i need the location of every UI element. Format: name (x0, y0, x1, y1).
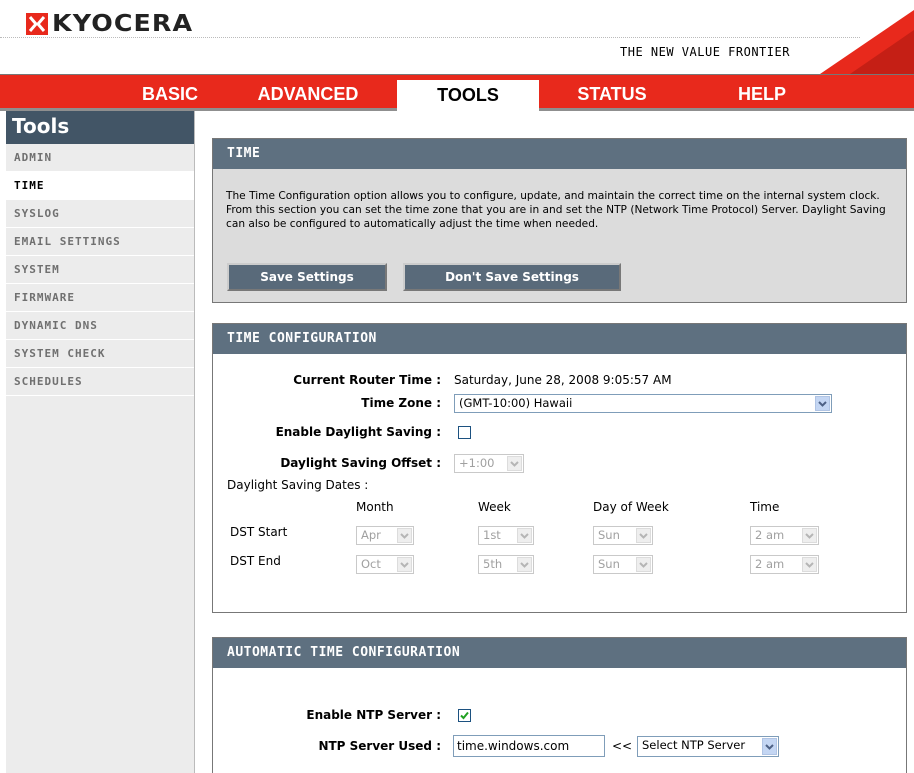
automatic-time-configuration-section: AUTOMATIC TIME CONFIGURATION Enable NTP … (212, 637, 907, 773)
time-configuration-section: TIME CONFIGURATION Current Router Time :… (212, 323, 907, 613)
sidebar-item-system[interactable]: SYSTEM (6, 256, 194, 284)
daylight-saving-checkbox[interactable] (458, 426, 471, 439)
col-day-of-week: Day of Week (593, 500, 669, 514)
automatic-time-configuration-title: AUTOMATIC TIME CONFIGURATION (213, 638, 906, 668)
tab-basic[interactable]: BASIC (115, 75, 225, 108)
dst-start-label: DST Start (230, 525, 288, 539)
time-zone-select[interactable]: (GMT-10:00) Hawaii (454, 394, 832, 413)
tagline: THE NEW VALUE FRONTIER (620, 45, 790, 59)
chevron-down-icon (636, 557, 651, 572)
tab-status[interactable]: STATUS (552, 75, 672, 108)
dst-end-month-select[interactable]: Oct (356, 555, 414, 574)
daylight-offset-select[interactable]: +1:00 (454, 454, 524, 473)
ntp-server-checkbox[interactable] (458, 709, 471, 722)
daylight-offset-value: +1:00 (459, 456, 495, 470)
sidebar-item-time[interactable]: TIME (6, 172, 194, 200)
dst-end-time-value: 2 am (755, 557, 785, 571)
dst-start-month-select[interactable]: Apr (356, 526, 414, 545)
logo: KYOCERA (26, 11, 192, 37)
daylight-saving-dates-label: Daylight Saving Dates : (227, 478, 369, 492)
daylight-saving-offset-label: Daylight Saving Offset : (280, 456, 441, 470)
chevron-down-icon (636, 528, 651, 543)
page-header: KYOCERA THE NEW VALUE FRONTIER (0, 0, 914, 75)
current-router-time-label: Current Router Time : (293, 373, 441, 387)
save-settings-button[interactable]: Save Settings (227, 263, 387, 291)
header-divider (0, 37, 860, 38)
chevron-down-icon (517, 557, 532, 572)
col-week: Week (478, 500, 511, 514)
dst-end-day-value: Sun (598, 557, 620, 571)
kyocera-logo-icon (26, 13, 48, 35)
sidebar-item-firmware[interactable]: FIRMWARE (6, 284, 194, 312)
ntp-server-select-value: Select NTP Server (642, 738, 746, 752)
time-configuration-title: TIME CONFIGURATION (213, 324, 906, 354)
dst-end-month-value: Oct (361, 557, 381, 571)
ntp-server-used-label: NTP Server Used : (318, 739, 441, 753)
dst-end-time-select[interactable]: 2 am (750, 555, 819, 574)
col-month: Month (356, 500, 394, 514)
sidebar-item-schedules[interactable]: SCHEDULES (6, 368, 194, 396)
logo-text: KYOCERA (52, 11, 194, 37)
sidebar: Tools ADMIN TIME SYSLOG EMAIL SETTINGS S… (6, 111, 195, 773)
tab-tools[interactable]: TOOLS (397, 80, 539, 111)
dst-start-time-value: 2 am (755, 528, 785, 542)
checkmark-icon (460, 711, 469, 720)
dst-end-week-select[interactable]: 5th (478, 555, 534, 574)
sidebar-item-syslog[interactable]: SYSLOG (6, 200, 194, 228)
copy-arrows-label: << (612, 739, 633, 753)
time-section: TIME The Time Configuration option allow… (212, 138, 907, 303)
header-swoosh (820, 10, 914, 74)
dst-start-week-value: 1st (483, 528, 501, 542)
time-description: The Time Configuration option allows you… (226, 190, 886, 230)
dst-start-day-select[interactable]: Sun (593, 526, 653, 545)
chevron-down-icon (397, 557, 412, 572)
time-zone-label: Time Zone : (361, 396, 441, 410)
enable-ntp-server-label: Enable NTP Server : (306, 708, 441, 722)
time-zone-value: (GMT-10:00) Hawaii (459, 396, 573, 410)
chevron-down-icon (802, 557, 817, 572)
sidebar-item-system-check[interactable]: SYSTEM CHECK (6, 340, 194, 368)
time-section-title: TIME (213, 139, 906, 169)
ntp-server-select[interactable]: Select NTP Server (637, 736, 779, 757)
chevron-down-icon (517, 528, 532, 543)
sidebar-item-dynamic-dns[interactable]: DYNAMIC DNS (6, 312, 194, 340)
chevron-down-icon (762, 738, 777, 755)
tab-advanced[interactable]: ADVANCED (240, 75, 376, 108)
dst-end-day-select[interactable]: Sun (593, 555, 653, 574)
dst-end-label: DST End (230, 554, 281, 568)
top-nav: BASIC ADVANCED TOOLS STATUS HELP (0, 75, 914, 111)
col-time: Time (750, 500, 780, 514)
current-router-time-value: Saturday, June 28, 2008 9:05:57 AM (454, 373, 672, 387)
ntp-server-input[interactable]: time.windows.com (453, 735, 605, 757)
enable-daylight-saving-label: Enable Daylight Saving : (275, 425, 441, 439)
dst-start-week-select[interactable]: 1st (478, 526, 534, 545)
sidebar-item-email-settings[interactable]: EMAIL SETTINGS (6, 228, 194, 256)
chevron-down-icon (397, 528, 412, 543)
dst-start-day-value: Sun (598, 528, 620, 542)
dst-start-time-select[interactable]: 2 am (750, 526, 819, 545)
chevron-down-icon (507, 456, 522, 471)
dst-end-week-value: 5th (483, 557, 503, 571)
dont-save-settings-button[interactable]: Don't Save Settings (403, 263, 621, 291)
tab-help[interactable]: HELP (712, 75, 812, 108)
chevron-down-icon (802, 528, 817, 543)
chevron-down-icon (815, 396, 830, 411)
sidebar-item-admin[interactable]: ADMIN (6, 144, 194, 172)
sidebar-title: Tools (6, 111, 194, 144)
dst-start-month-value: Apr (361, 528, 381, 542)
